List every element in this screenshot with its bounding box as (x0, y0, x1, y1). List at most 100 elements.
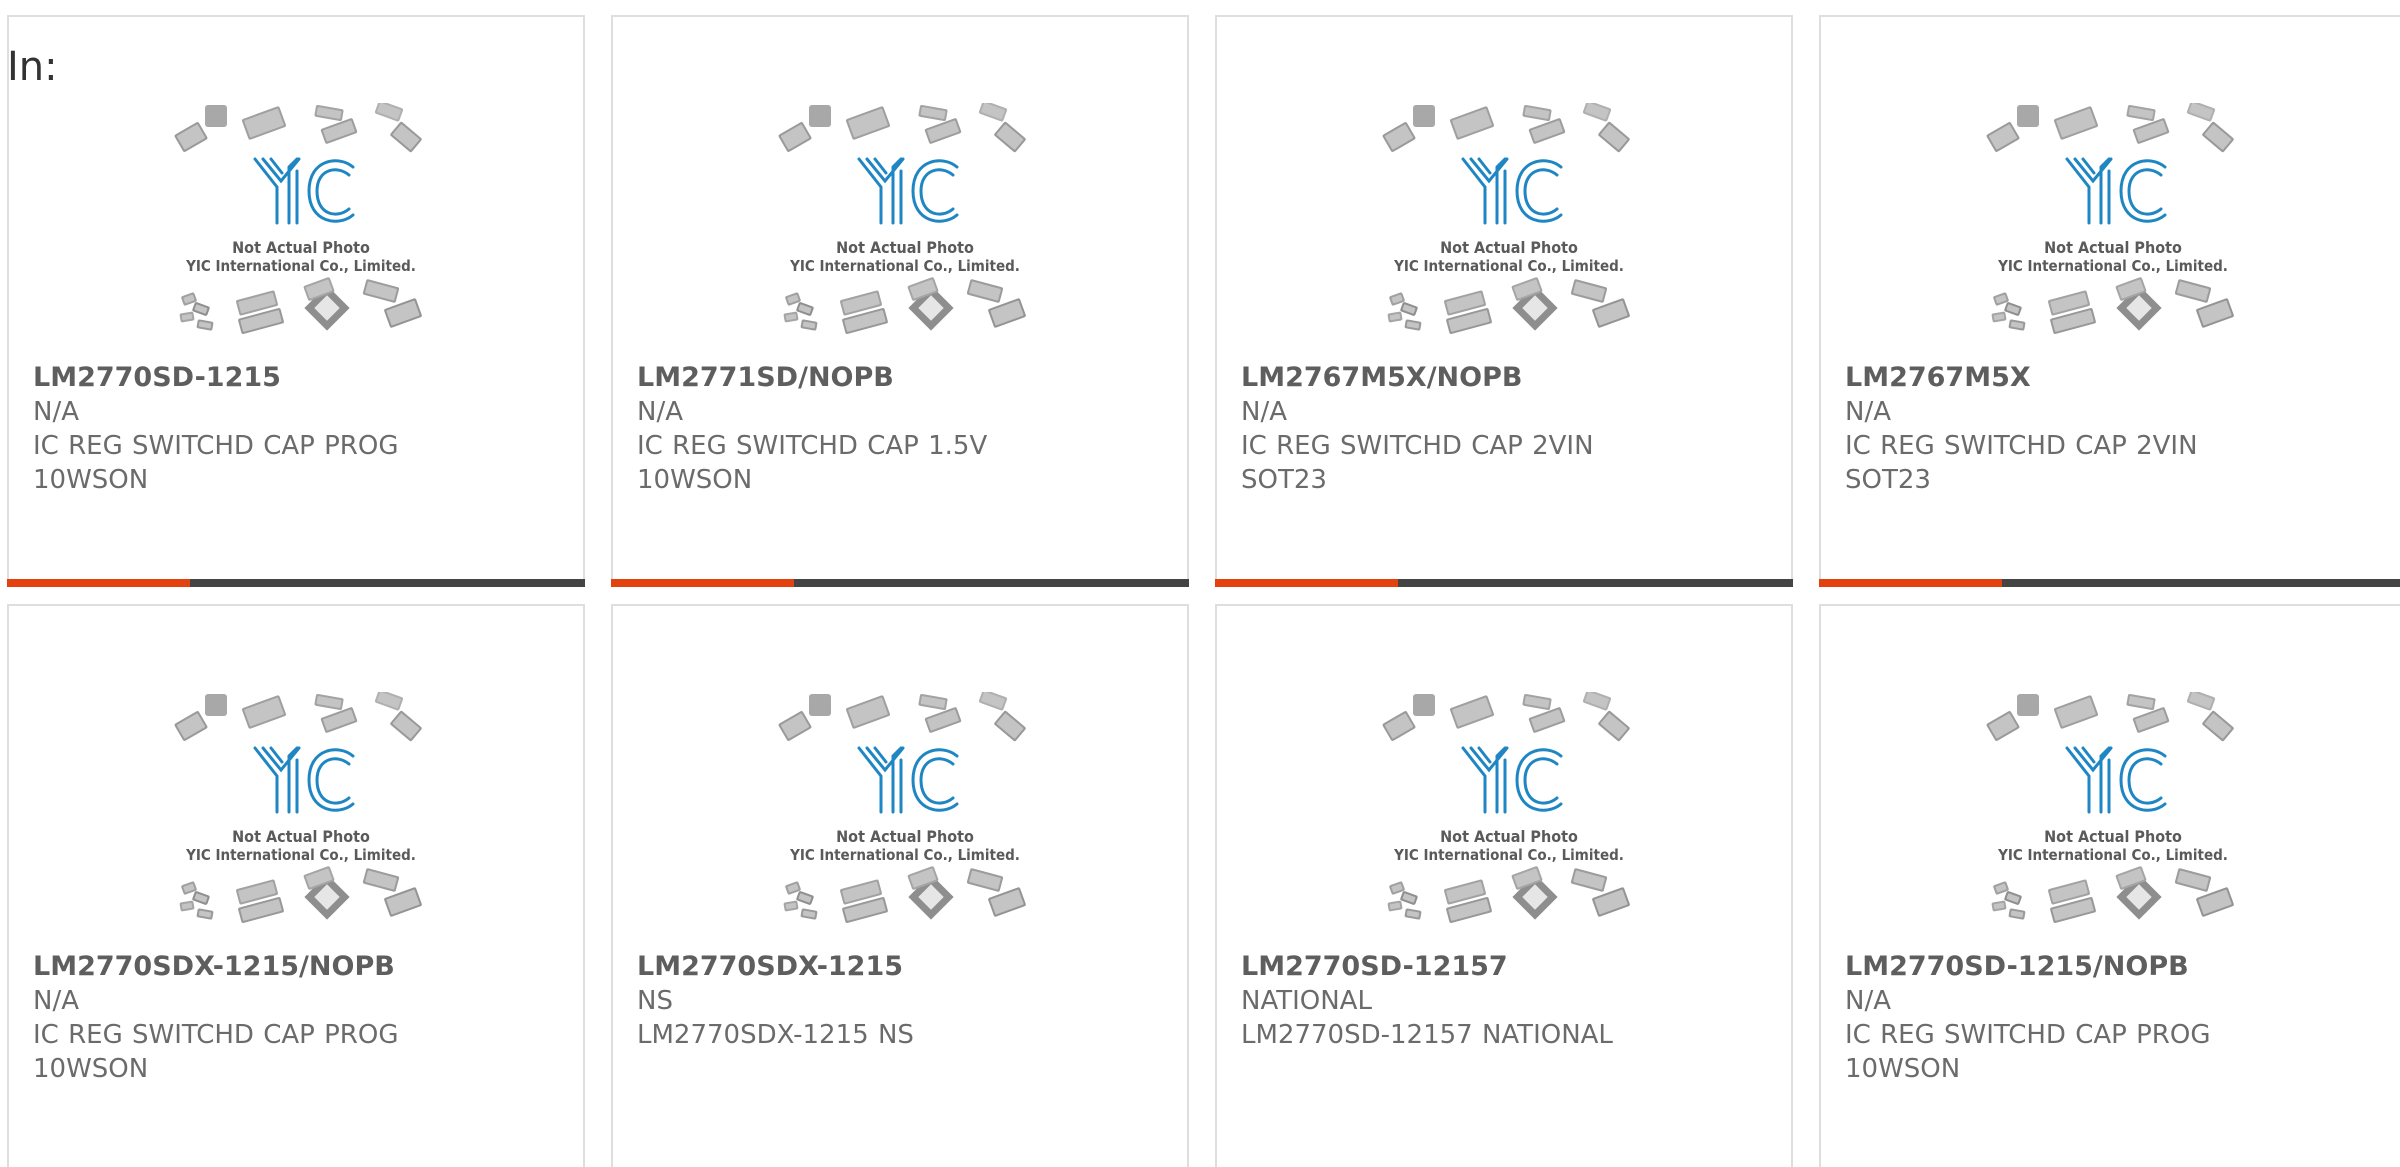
card-hover-bar (7, 579, 585, 587)
chip-icon (384, 887, 422, 917)
product-card[interactable]: Not Actual Photo YIC International Co., L… (1215, 604, 1793, 1167)
chip-icon (1592, 887, 1630, 917)
chip-icon (2054, 106, 2098, 140)
product-card[interactable]: Not Actual Photo YIC International Co., L… (1819, 15, 2400, 587)
description-line: SOT23 (1241, 465, 1327, 495)
chip-icon (196, 908, 214, 920)
product-card[interactable]: Not Actual Photo YIC International Co., L… (1819, 604, 2400, 1167)
chip-icon (196, 319, 214, 331)
chip-icon (918, 104, 948, 122)
chip-icon (2004, 302, 2022, 316)
description-line: 10WSON (1845, 1054, 1961, 1084)
product-card[interactable]: Not Actual Photo YIC International Co., L… (1215, 15, 1793, 587)
chip-icon (2186, 103, 2216, 122)
description-line: IC REG SWITCHD CAP 2VIN (1845, 431, 2198, 461)
yic-logo-icon (253, 746, 355, 814)
product-placeholder-image: Not Actual PhotoYIC International Co., L… (1382, 103, 1630, 334)
photo-caption: YIC International Co., Limited. (1393, 846, 1624, 864)
product-card[interactable]: Not Actual Photo YIC International Co., L… (7, 604, 585, 1167)
description-line: IC REG SWITCHD CAP PROG (1845, 1020, 2211, 1050)
product-placeholder-image: Not Actual PhotoYIC International Co., L… (1382, 692, 1630, 923)
part-number-link[interactable]: LM2767M5X (1845, 361, 2384, 395)
chip-icon (1522, 104, 1552, 122)
chip-icon (390, 710, 422, 742)
part-number-link[interactable]: LM2770SDX-1215 (637, 950, 1171, 984)
brand-label: N/A (637, 397, 683, 427)
part-number-link[interactable]: LM2770SDX-1215/NOPB (33, 950, 567, 984)
yic-logo-icon (2065, 157, 2167, 225)
product-card[interactable]: Not Actual Photo YIC International Co., L… (7, 15, 585, 587)
chip-icon (205, 105, 227, 127)
chip-icon (1592, 298, 1630, 328)
chip-icon (1570, 868, 1608, 892)
chip-icon (924, 707, 962, 733)
photo-caption: Not Actual Photo (2044, 827, 2182, 846)
chip-icon (1404, 319, 1422, 331)
yic-logo-icon (857, 157, 959, 225)
chip-icon (2196, 298, 2234, 328)
chip-icon (1582, 692, 1612, 711)
part-number-link[interactable]: LM2771SD/NOPB (637, 361, 1171, 395)
card-accent-bar (1819, 579, 2002, 587)
chip-icon (384, 298, 422, 328)
part-number-link[interactable]: LM2770SD-1215/NOPB (1845, 950, 2384, 984)
chip-icon (978, 692, 1008, 711)
chip-icon (966, 868, 1004, 892)
chip-icon (1387, 311, 1403, 323)
chip-icon (314, 693, 344, 711)
chip-icon (1450, 695, 1494, 729)
chip-icon (978, 103, 1008, 122)
chip-icon (174, 122, 208, 152)
chip-icon (2196, 887, 2234, 917)
product-card[interactable]: Not Actual Photo YIC International Co., L… (611, 604, 1189, 1167)
chip-icon (924, 118, 962, 144)
chip-icon (1991, 311, 2007, 323)
yic-logo-icon (1461, 746, 1563, 814)
chip-icon (1522, 693, 1552, 711)
product-info: LM2770SDX-1215 NS LM2770SDX-1215 NS (637, 950, 1171, 1052)
chip-icon (778, 122, 812, 152)
chip-icon (783, 311, 799, 323)
chip-icon (2008, 908, 2026, 920)
yic-logo-icon (857, 746, 959, 814)
chip-icon (2132, 118, 2170, 144)
photo-caption: Not Actual Photo (1440, 238, 1578, 257)
product-info: LM2770SD-12157 NATIONAL LM2770SD-12157 N… (1241, 950, 1775, 1052)
chip-icon (1400, 891, 1418, 905)
yic-logo-icon (253, 157, 355, 225)
chip-icon (242, 106, 286, 140)
chip-icon (988, 298, 1026, 328)
photo-caption: YIC International Co., Limited. (789, 846, 1020, 864)
brand-label: N/A (33, 397, 79, 427)
chip-icon (2132, 707, 2170, 733)
card-accent-bar (611, 579, 794, 587)
chip-icon (994, 710, 1026, 742)
photo-caption: YIC International Co., Limited. (185, 257, 416, 275)
card-accent-bar (7, 579, 190, 587)
chip-icon (846, 106, 890, 140)
chip-icon (192, 302, 210, 316)
product-placeholder-image: Not Actual PhotoYIC International Co., L… (778, 692, 1026, 923)
description-line: 10WSON (33, 1054, 149, 1084)
chip-icon (846, 695, 890, 729)
chip-icon (994, 121, 1026, 153)
chip-icon (2126, 104, 2156, 122)
photo-caption: Not Actual Photo (232, 238, 370, 257)
chip-icon (1413, 105, 1435, 127)
product-grid-page: Not Actual Photo YIC International Co., L… (0, 0, 2400, 1167)
product-card[interactable]: Not Actual Photo YIC International Co., L… (611, 15, 1189, 587)
product-placeholder-image: Not Actual PhotoYIC International Co., L… (1986, 692, 2234, 923)
part-number-link[interactable]: LM2770SD-12157 (1241, 950, 1775, 984)
brand-label: NS (637, 986, 673, 1016)
product-placeholder-image: Not Actual PhotoYIC International Co., L… (174, 692, 422, 923)
chip-icon (1582, 103, 1612, 122)
chip-icon (362, 868, 400, 892)
description-line: IC REG SWITCHD CAP 1.5V (637, 431, 988, 461)
part-number-link[interactable]: LM2767M5X/NOPB (1241, 361, 1775, 395)
part-number-link[interactable]: LM2770SD-1215 (33, 361, 567, 395)
chip-icon (2017, 694, 2039, 716)
chip-icon (374, 692, 404, 711)
chip-icon (314, 104, 344, 122)
chip-icon (800, 908, 818, 920)
photo-caption: Not Actual Photo (836, 238, 974, 257)
